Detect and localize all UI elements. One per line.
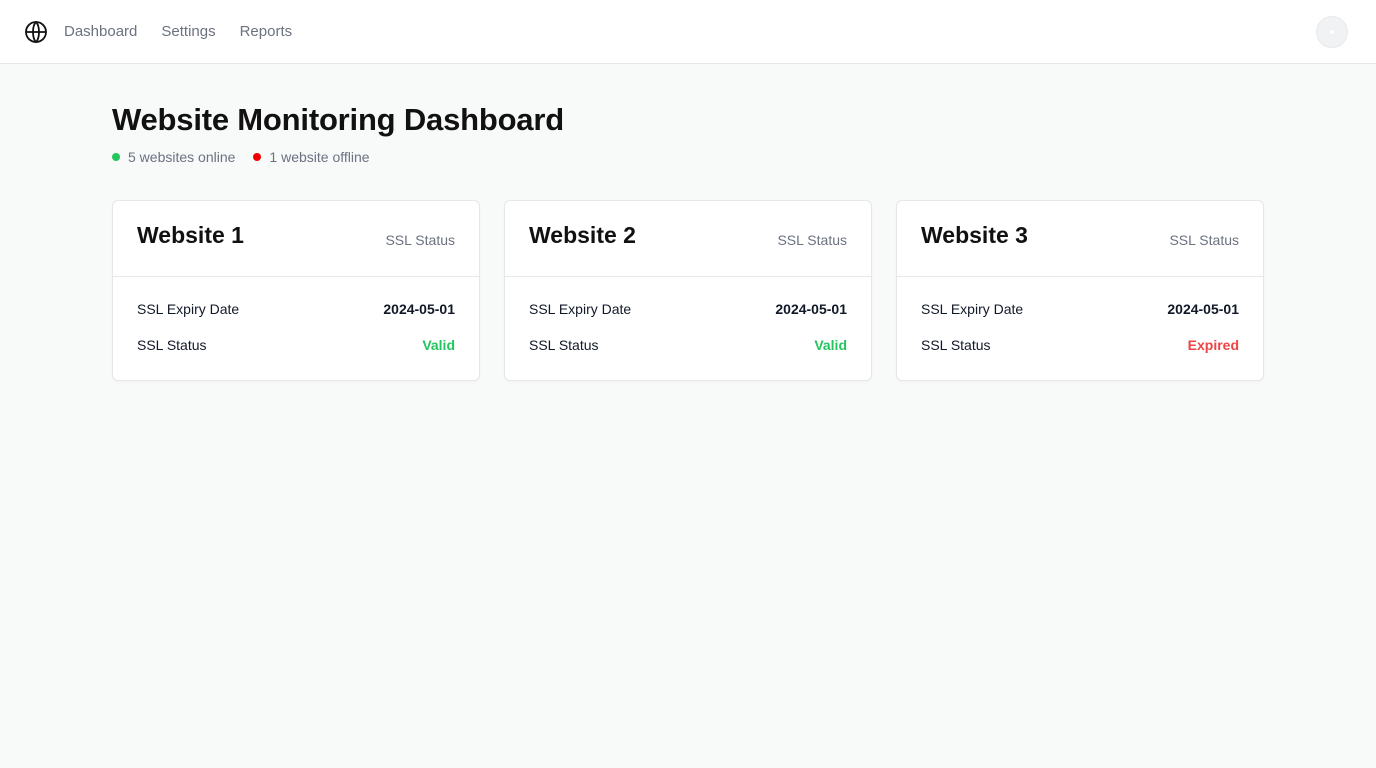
ssl-status-value: Valid: [422, 337, 455, 353]
ssl-status-label: SSL Status: [137, 337, 207, 353]
card-subtitle: SSL Status: [1169, 232, 1239, 248]
nav-dashboard[interactable]: Dashboard: [64, 23, 137, 40]
offline-count-text: 1 website offline: [269, 149, 370, 165]
card-header: Website 1 SSL Status: [113, 201, 479, 277]
card-header: Website 3 SSL Status: [897, 201, 1263, 277]
offline-status-dot: [253, 153, 262, 161]
website-card-3: Website 3 SSL Status SSL Expiry Date 202…: [896, 200, 1264, 381]
online-count-text: 5 websites online: [128, 149, 236, 165]
top-navbar: Dashboard Settings Reports: [0, 0, 1376, 64]
website-card-2: Website 2 SSL Status SSL Expiry Date 202…: [504, 200, 872, 381]
ssl-status-value: Valid: [814, 337, 847, 353]
ssl-status-row: SSL Status Valid: [137, 337, 455, 353]
ssl-expiry-value: 2024-05-01: [1167, 301, 1239, 317]
ssl-status-value: Expired: [1187, 337, 1239, 353]
ssl-expiry-value: 2024-05-01: [383, 301, 455, 317]
website-card-1: Website 1 SSL Status SSL Expiry Date 202…: [112, 200, 480, 381]
ssl-expiry-row: SSL Expiry Date 2024-05-01: [137, 301, 455, 317]
ssl-status-row: SSL Status Valid: [529, 337, 847, 353]
card-title: Website 1: [137, 222, 244, 248]
ssl-expiry-row: SSL Expiry Date 2024-05-01: [921, 301, 1239, 317]
nav-reports[interactable]: Reports: [240, 23, 293, 40]
online-status-dot: [112, 153, 120, 161]
card-title: Website 3: [921, 222, 1028, 248]
main-nav: Dashboard Settings Reports: [64, 0, 292, 63]
card-header: Website 2 SSL Status: [505, 201, 871, 277]
user-avatar[interactable]: [1316, 16, 1348, 48]
card-subtitle: SSL Status: [777, 232, 847, 248]
status-summary: 5 websites online 1 website offline: [112, 149, 370, 165]
ssl-expiry-label: SSL Expiry Date: [137, 301, 240, 317]
ssl-expiry-value: 2024-05-01: [775, 301, 847, 317]
card-subtitle: SSL Status: [385, 232, 455, 248]
ssl-expiry-row: SSL Expiry Date 2024-05-01: [529, 301, 847, 317]
ssl-status-label: SSL Status: [921, 337, 991, 353]
ssl-status-label: SSL Status: [529, 337, 599, 353]
card-title: Website 2: [529, 222, 636, 248]
nav-settings[interactable]: Settings: [161, 23, 215, 40]
ssl-status-row: SSL Status Expired: [921, 337, 1239, 353]
globe-icon[interactable]: [24, 20, 48, 44]
ssl-expiry-label: SSL Expiry Date: [921, 301, 1024, 317]
ssl-expiry-label: SSL Expiry Date: [529, 301, 632, 317]
page-title: Website Monitoring Dashboard: [112, 102, 564, 137]
